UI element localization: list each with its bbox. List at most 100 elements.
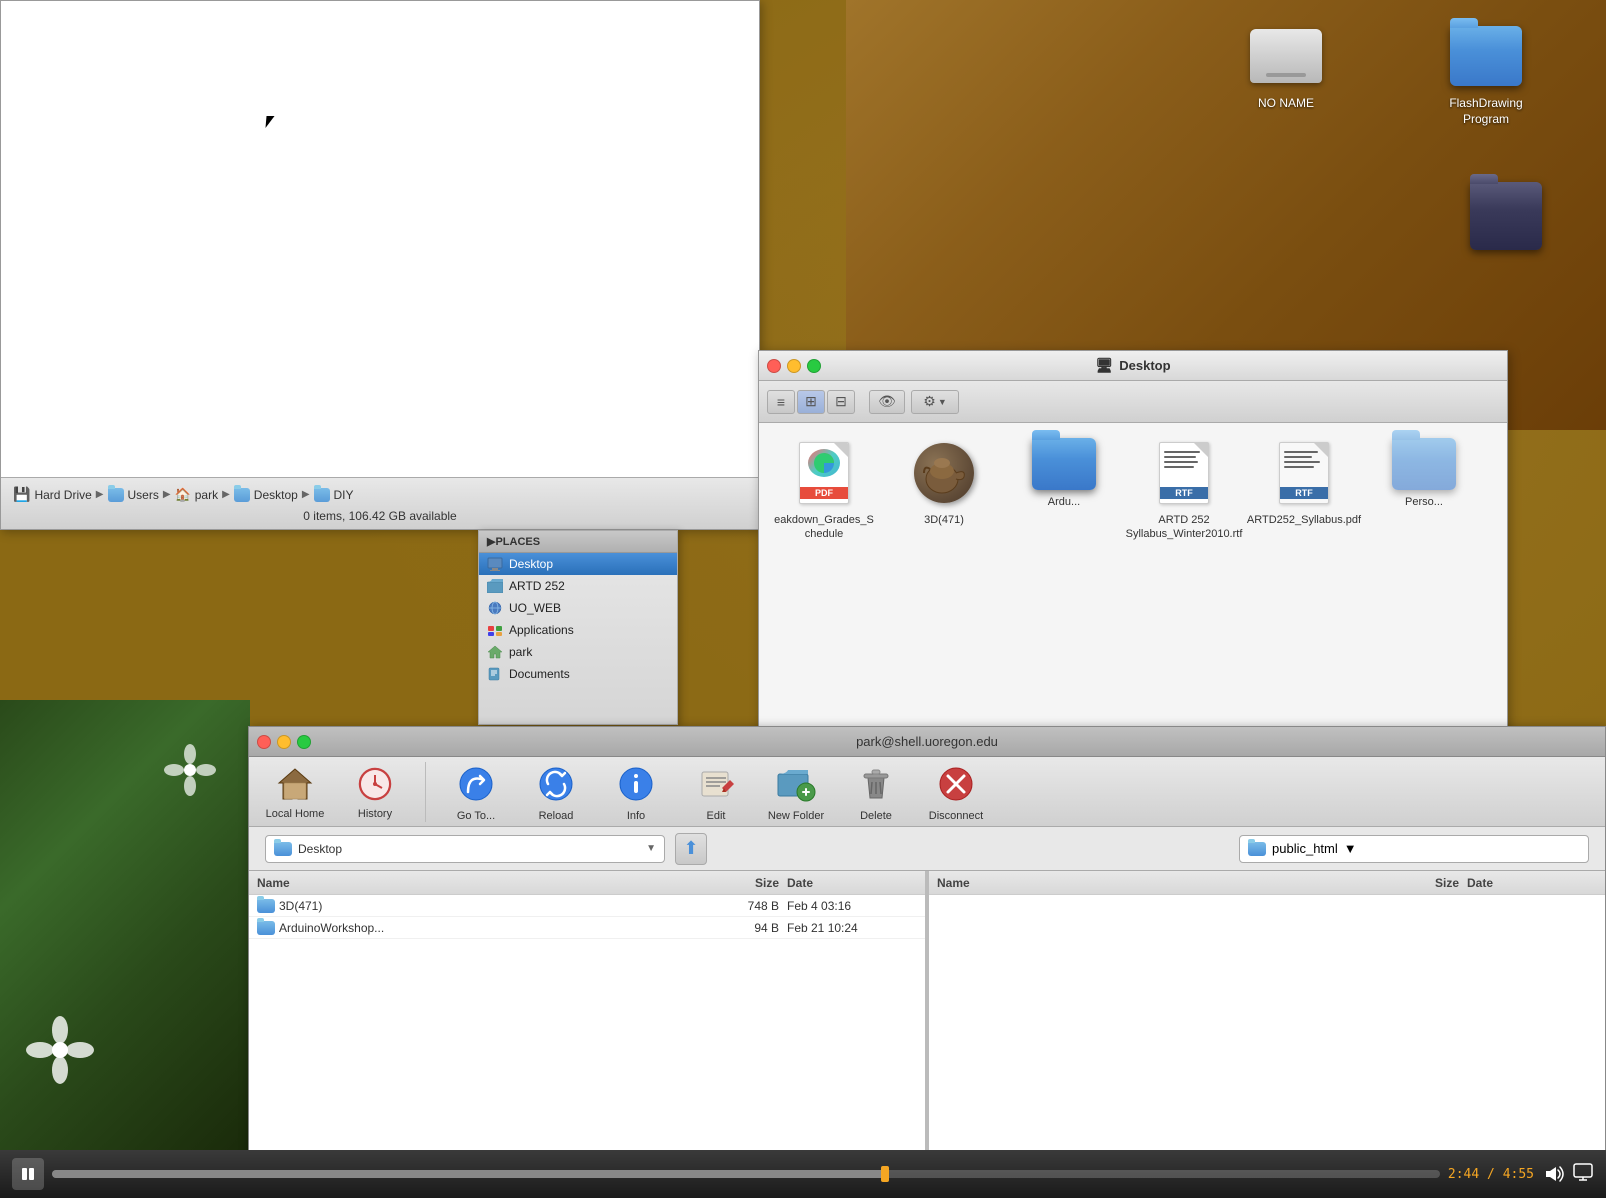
status-bar: 0 items, 106.42 GB available <box>1 507 759 525</box>
desktop-close-btn[interactable] <box>767 359 781 373</box>
rtf-icon-artd252 <box>1159 442 1209 504</box>
flower-decoration-1 <box>20 1010 100 1090</box>
breadcrumb-users-label: Users <box>128 488 159 502</box>
breadcrumb-path: 💾 Hard Drive ▶ Users ▶ 🏠 park ▶ Desktop … <box>1 478 759 507</box>
ftp-disconnect-btn[interactable]: Disconnect <box>926 762 986 822</box>
ftp-local-home-btn[interactable]: Local Home <box>265 764 325 820</box>
taskbar-progress-thumb <box>881 1166 889 1182</box>
local-row-1-folder-icon <box>257 899 275 913</box>
ftp-local-row-1[interactable]: 3D(471) 748 B Feb 4 03:16 <box>249 895 925 917</box>
ftp-window: park@shell.uoregon.edu Local Home <box>248 726 1606 1196</box>
ftp-remote-table-header: Name Size Date <box>929 871 1605 895</box>
sidebar-item-documents[interactable]: Documents <box>479 663 677 685</box>
taskbar-volume-control[interactable] <box>1542 1163 1564 1185</box>
quick-look-btn[interactable]: 👁 <box>869 390 905 414</box>
sidebar-places-header: ▶ PLACES <box>479 531 677 553</box>
desktop-window-content: eakdown_Grades_Schedule 3D(471) <box>759 423 1507 739</box>
sidebar-item-park[interactable]: park <box>479 641 677 663</box>
ftp-toolbar-separator <box>425 762 426 822</box>
desktop-folder-icon <box>234 488 250 502</box>
ftp-upload-btn[interactable]: ⬆ <box>675 833 707 865</box>
local-home-label: Local Home <box>266 808 325 820</box>
breakdown-grades-label: eakdown_Grades_Schedule <box>774 513 874 542</box>
desktop-icon-flash-drawing[interactable]: FlashDrawingProgram <box>1426 20 1546 127</box>
drive-icon-shape <box>1250 29 1322 83</box>
local-row-2-date: Feb 21 10:24 <box>787 921 917 935</box>
ftp-history-btn[interactable]: History <box>345 764 405 820</box>
history-label: History <box>358 808 392 820</box>
finder-desktop-title: 🖥 Desktop <box>1095 357 1170 374</box>
desktop-sidebar-icon <box>487 556 503 572</box>
artd252-sidebar-label: ARTD 252 <box>509 579 565 593</box>
local-row-1-size: 748 B <box>707 899 787 913</box>
grid-view-btn[interactable]: ⊞ <box>797 390 825 414</box>
breadcrumb-users[interactable]: Users <box>108 488 159 502</box>
sidebar-item-uo-web[interactable]: UO_WEB <box>479 597 677 619</box>
uo-web-sidebar-icon <box>487 600 503 616</box>
file-item-artd252-pdf[interactable]: ARTD252_Syllabus.pdf <box>1249 433 1359 729</box>
ftp-maximize-btn[interactable] <box>297 735 311 749</box>
taskbar-progress-bar[interactable] <box>52 1170 1440 1178</box>
local-date-header: Date <box>787 876 917 890</box>
breadcrumb-desktop[interactable]: Desktop <box>234 488 298 502</box>
breadcrumb-park[interactable]: 🏠 park <box>175 487 219 503</box>
ftp-reload-btn[interactable]: Reload <box>526 762 586 822</box>
finder-main-window: 💾 Hard Drive ▶ Users ▶ 🏠 park ▶ Desktop … <box>0 0 760 530</box>
ftp-local-path-dropdown[interactable]: Desktop ▼ <box>265 835 665 863</box>
breadcrumb-arrow-2: ▶ <box>163 489 171 500</box>
local-size-header: Size <box>707 876 787 890</box>
local-path-arrow: ▼ <box>646 843 656 854</box>
sidebar-item-desktop[interactable]: Desktop <box>479 553 677 575</box>
artd252-sidebar-icon <box>487 578 503 594</box>
artd252-rtf-label: ARTD 252Syllabus_Winter2010.rtf <box>1126 513 1243 542</box>
coverflow-view-btn[interactable]: ⊟ <box>827 390 855 414</box>
ftp-minimize-btn[interactable] <box>277 735 291 749</box>
delete-label: Delete <box>860 810 892 822</box>
flower-decoration-2 <box>160 740 220 800</box>
hard-drive-icon: 💾 <box>13 486 30 503</box>
desktop-maximize-btn[interactable] <box>807 359 821 373</box>
perso-label: Perso... <box>1405 495 1443 509</box>
dark-folder-icon-shape <box>1470 182 1542 250</box>
desktop-minimize-btn[interactable] <box>787 359 801 373</box>
ftp-remote-path-dropdown[interactable]: public_html ▼ <box>1239 835 1589 863</box>
ftp-delete-btn[interactable]: Delete <box>846 762 906 822</box>
list-view-btn[interactable]: ≡ <box>767 390 795 414</box>
ftp-info-btn[interactable]: Info <box>606 762 666 822</box>
pdf-icon-artd252-syllabus <box>1279 442 1329 504</box>
file-item-3d-471[interactable]: 3D(471) <box>889 433 999 729</box>
flash-drawing-label: FlashDrawingProgram <box>1449 96 1522 127</box>
status-text: 0 items, 106.42 GB available <box>303 509 456 523</box>
ftp-close-btn[interactable] <box>257 735 271 749</box>
sidebar-item-artd252[interactable]: ARTD 252 <box>479 575 677 597</box>
park-sidebar-icon <box>487 644 503 660</box>
file-item-breakdown-grades[interactable]: eakdown_Grades_Schedule <box>769 433 879 729</box>
file-item-ardu[interactable]: Ardu... <box>1009 433 1119 729</box>
taskbar-pause-btn[interactable] <box>12 1158 44 1190</box>
ftp-new-folder-btn[interactable]: New Folder <box>766 762 826 822</box>
breadcrumb-diy[interactable]: DIY <box>314 488 354 502</box>
breadcrumb-diy-label: DIY <box>334 488 354 502</box>
action-btn[interactable]: ⚙ ▼ <box>911 390 959 414</box>
remote-date-header: Date <box>1467 876 1597 890</box>
desktop-sidebar-label: Desktop <box>509 557 553 571</box>
pdf-icon-breakdown <box>799 442 849 504</box>
desktop-icon-no-name-drive[interactable]: NO NAME <box>1226 20 1346 112</box>
ftp-edit-btn[interactable]: Edit <box>686 762 746 822</box>
ftp-local-row-2[interactable]: ArduinoWorkshop... 94 B Feb 21 10:24 <box>249 917 925 939</box>
breadcrumb-desktop-label: Desktop <box>254 488 298 502</box>
sidebar-item-applications[interactable]: Applications <box>479 619 677 641</box>
desktop-icon-dark-folder[interactable] <box>1446 180 1566 256</box>
mouse-cursor <box>265 116 278 128</box>
local-row-1-name: 3D(471) <box>279 899 707 913</box>
upload-icon: ⬆ <box>683 838 698 859</box>
file-item-artd252-rtf[interactable]: ARTD 252Syllabus_Winter2010.rtf <box>1129 433 1239 729</box>
taskbar-screen-btn[interactable] <box>1572 1161 1594 1188</box>
new-folder-label: New Folder <box>768 810 824 822</box>
ftp-goto-btn[interactable]: Go To... <box>446 762 506 822</box>
breadcrumb-arrow-4: ▶ <box>302 489 310 500</box>
perso-folder-icon <box>1392 438 1456 490</box>
file-item-perso[interactable]: Perso... <box>1369 433 1479 729</box>
ftp-content-area: Name Size Date 3D(471) 748 B Feb 4 03:16… <box>249 871 1605 1195</box>
breadcrumb-hard-drive[interactable]: 💾 Hard Drive <box>13 486 92 503</box>
